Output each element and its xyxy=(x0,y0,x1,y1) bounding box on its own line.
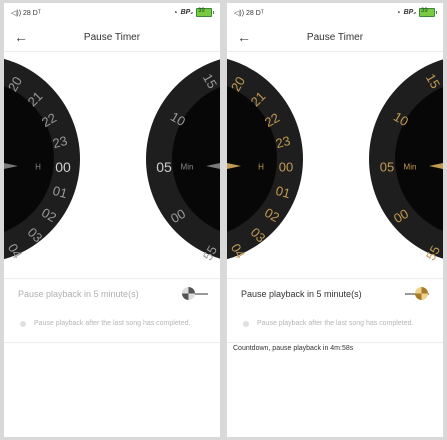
after-song-label: Pause playback after the last song has c… xyxy=(34,320,191,327)
toggle-knob-icon xyxy=(182,287,195,300)
battery-icon: 39 xyxy=(196,8,214,17)
status-right-indicators: ◔ BP₂ 39 xyxy=(172,8,214,17)
status-right-indicators: ◔ BP₂ 39 xyxy=(395,8,437,17)
minute-option-selected[interactable]: 05 xyxy=(380,161,394,174)
hour-pointer-icon xyxy=(227,163,241,169)
countdown-text: Countdown, pause playback in 4m:58s xyxy=(233,345,354,352)
hour-unit-label: H xyxy=(35,162,41,172)
network-label: BP₂ xyxy=(403,9,416,16)
pause-playback-toggle[interactable] xyxy=(403,287,429,301)
hour-option[interactable]: 23 xyxy=(51,133,69,151)
hour-pointer-icon xyxy=(4,163,18,169)
status-left-indicators: ◁)) 28 Dᵀ xyxy=(234,10,264,17)
time-dial-area[interactable]: 20 21 22 23 00 01 02 03 04 H 15 10 05 00… xyxy=(4,53,220,278)
hour-option-selected[interactable]: 00 xyxy=(279,161,293,174)
battery-level: 39 xyxy=(198,8,205,14)
hour-unit-label: H xyxy=(258,162,264,172)
status-bar: ◁)) 28 Dᵀ ◔ BP₂ 39 xyxy=(4,3,220,23)
wifi-icon: ◔ xyxy=(172,8,178,17)
pause-playback-row: Pause playback in 5 minute(s) xyxy=(4,278,220,309)
after-song-row: Pause playback after the last song has c… xyxy=(227,308,443,343)
battery-icon: 39 xyxy=(419,8,437,17)
page-title: Pause Timer xyxy=(83,32,141,43)
hour-option[interactable]: 23 xyxy=(274,133,292,151)
status-bar: ◁)) 28 Dᵀ ◔ BP₂ 39 xyxy=(227,3,443,23)
battery-level: 39 xyxy=(421,8,428,14)
status-left-indicators: ◁)) 28 Dᵀ xyxy=(11,10,41,17)
minute-option-selected[interactable]: 05 xyxy=(156,160,172,174)
timer-screen-on: ◁)) 28 Dᵀ ◔ BP₂ 39 ← Pause Timer 20 21 2… xyxy=(227,3,443,437)
minute-pointer-icon xyxy=(206,163,220,169)
minute-unit-label: Min xyxy=(180,162,194,172)
pause-playback-row: Pause playback in 5 minute(s) xyxy=(227,278,443,309)
pause-playback-label: Pause playback in 5 minute(s) xyxy=(241,289,362,299)
after-song-row: Pause playback after the last song has c… xyxy=(4,308,220,343)
minute-pointer-icon xyxy=(429,163,443,169)
time-dial-area[interactable]: 20 21 22 23 00 01 02 03 04 H 15 10 05 00… xyxy=(227,53,443,278)
pause-playback-toggle[interactable] xyxy=(182,287,208,301)
pause-playback-label: Pause playback in 5 minute(s) xyxy=(18,289,139,299)
toggle-knob-icon xyxy=(415,287,428,300)
header: ← Pause Timer xyxy=(227,23,443,52)
after-song-label: Pause playback after the last song has c… xyxy=(257,320,414,327)
timer-screen-off: ◁)) 28 Dᵀ ◔ BP₂ 39 ← Pause Timer 20 21 2… xyxy=(4,3,220,437)
network-label: BP₂ xyxy=(180,9,193,16)
after-song-radio[interactable] xyxy=(243,321,249,327)
page-title: Pause Timer xyxy=(306,32,364,43)
after-song-radio[interactable] xyxy=(20,321,26,327)
wifi-icon: ◔ xyxy=(395,8,401,17)
minute-unit-label: Min xyxy=(403,162,417,172)
header: ← Pause Timer xyxy=(4,23,220,52)
hour-option-selected[interactable]: 00 xyxy=(55,160,71,174)
